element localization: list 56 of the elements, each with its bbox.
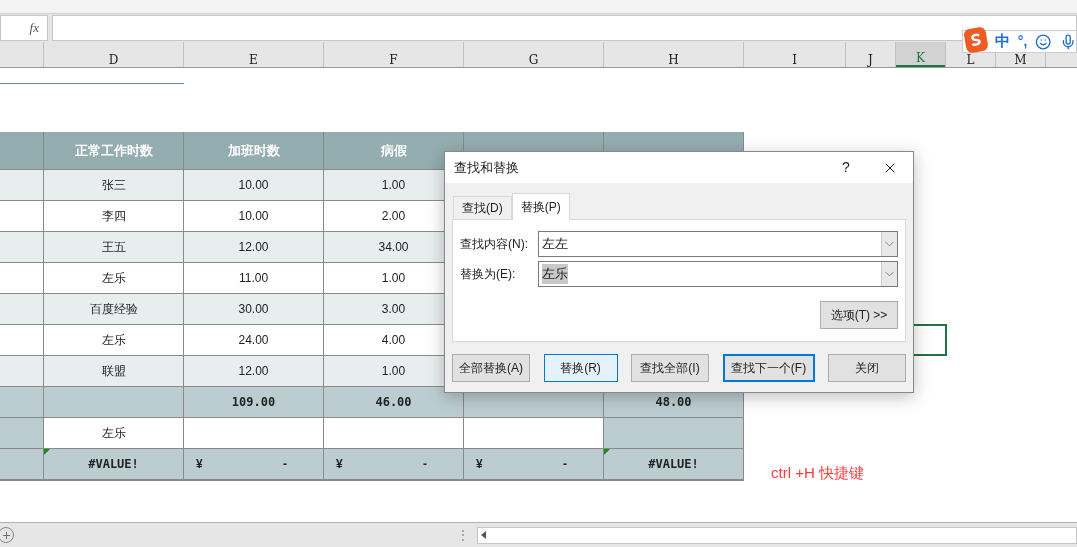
help-button[interactable]: ?: [831, 157, 861, 178]
punctuation-mode[interactable]: °,: [1017, 31, 1028, 52]
cell-value: -: [563, 456, 568, 473]
table-cell: 王五: [44, 232, 184, 262]
column-heading: 正常工作时数: [44, 132, 184, 169]
combo-value: 左乐: [542, 264, 568, 284]
table-cell: 张三: [44, 170, 184, 200]
table-cell: 左乐: [44, 418, 184, 448]
dialog-button[interactable]: 全部替换(A): [452, 354, 530, 382]
currency-symbol: ¥: [476, 456, 483, 473]
column-header[interactable]: M: [996, 52, 1045, 67]
table-cell: 10.00: [184, 170, 324, 200]
table-cell: 11.00: [184, 263, 324, 293]
column-header[interactable]: K: [896, 42, 945, 67]
options-button[interactable]: 选项(T) >>: [820, 301, 898, 329]
table-cell: #VALUE!: [604, 449, 744, 479]
column-header[interactable]: G: [464, 52, 603, 67]
column-header[interactable]: I: [744, 52, 845, 67]
dialog-button[interactable]: 查找下一个(F): [722, 354, 815, 382]
currency-symbol: ¥: [336, 456, 343, 473]
table-cell: 10.00: [184, 201, 324, 231]
table-cell: 联盟: [44, 356, 184, 386]
table-cell: 李四: [44, 201, 184, 231]
search-combo-box[interactable]: 左乐: [538, 261, 898, 287]
combo-value: 左左: [542, 235, 568, 254]
input-mode[interactable]: 中: [994, 30, 1010, 53]
cell-value: -: [423, 456, 428, 473]
table-cell: #VALUE!: [44, 449, 184, 479]
table-cell: 百度经验: [44, 294, 184, 324]
currency-symbol: ¥: [196, 456, 203, 473]
horizontal-scrollbar[interactable]: [477, 526, 1077, 544]
column-header[interactable]: F: [324, 52, 463, 67]
table-cell: 左乐: [44, 325, 184, 355]
table-cell: 24.00: [184, 325, 324, 355]
dialog-button[interactable]: 查找全部(I): [631, 354, 709, 382]
dialog-tab[interactable]: 替换(P): [511, 193, 570, 220]
table-cell: 109.00: [184, 387, 324, 417]
table-cell: 12.00: [184, 232, 324, 262]
dialog-button[interactable]: 替换(R): [543, 354, 618, 382]
function-button[interactable]: fx: [0, 14, 48, 41]
dialog-button[interactable]: 关闭: [828, 354, 906, 382]
column-header[interactable]: H: [604, 52, 743, 67]
column-header[interactable]: L: [946, 52, 995, 67]
cell-value: -: [283, 456, 288, 473]
scroll-left-icon[interactable]: [481, 531, 486, 539]
table-cell: 12.00: [184, 356, 324, 386]
search-combo-box[interactable]: 左左: [538, 231, 898, 257]
column-header[interactable]: D: [44, 52, 183, 67]
table-cell: 30.00: [184, 294, 324, 324]
table-cell: 左乐: [44, 263, 184, 293]
column-header[interactable]: E: [184, 52, 323, 67]
annotation-text: ctrl +H 快捷键: [771, 463, 864, 483]
emoji-icon[interactable]: [1035, 32, 1052, 51]
column-header[interactable]: J: [846, 52, 895, 67]
dialog-tab[interactable]: 查找(D): [453, 196, 512, 219]
column-heading: 加班时数: [184, 132, 324, 169]
